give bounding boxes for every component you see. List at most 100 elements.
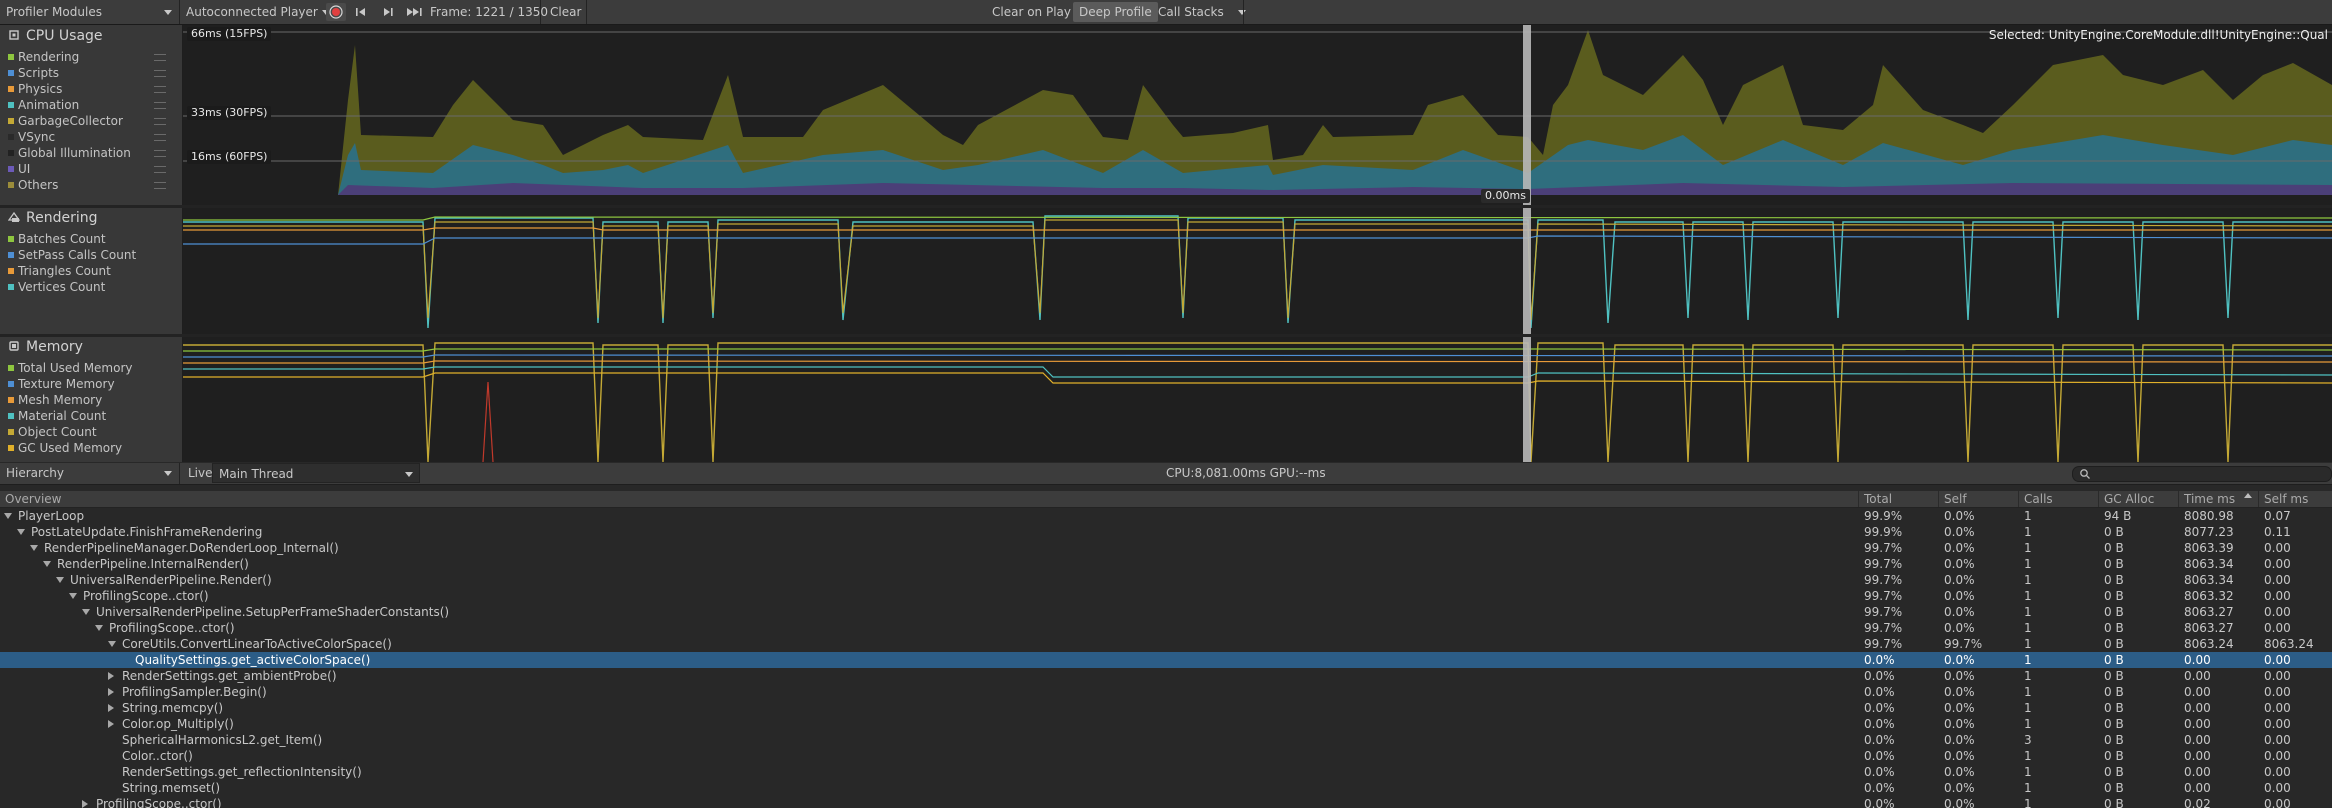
cell-calls: 1 bbox=[2024, 589, 2032, 603]
table-row[interactable]: ProfilingSampler.Begin() 0.0% 0.0% 1 0 B 0.00… bbox=[0, 684, 2332, 700]
expanded-arrow-icon[interactable] bbox=[82, 609, 90, 615]
table-row[interactable]: RenderPipelineManager.DoRenderLoop_Inter… bbox=[0, 540, 2332, 556]
target-player-dropdown[interactable]: Autoconnected Player bbox=[180, 2, 330, 22]
legend-item[interactable]: GarbageCollector bbox=[8, 113, 174, 129]
column-time-ms-label: Time ms bbox=[2184, 492, 2236, 506]
legend-item[interactable]: Global Illumination bbox=[8, 145, 174, 161]
search-input[interactable] bbox=[2072, 466, 2332, 482]
drag-handle-icon[interactable] bbox=[154, 86, 166, 93]
deep-profile-toggle[interactable]: Deep Profile bbox=[1073, 2, 1158, 22]
table-row[interactable]: ProfilingScope..ctor() 0.0% 0.0% 1 0 B 0.02 0.… bbox=[0, 796, 2332, 808]
drag-handle-icon[interactable] bbox=[154, 150, 166, 157]
legend-label: Vertices Count bbox=[18, 280, 106, 294]
column-overview[interactable]: Overview bbox=[0, 491, 1858, 507]
drag-handle-icon[interactable] bbox=[154, 70, 166, 77]
legend-item[interactable]: Texture Memory bbox=[8, 376, 174, 392]
drag-handle-icon[interactable] bbox=[154, 134, 166, 141]
cell-time: 8063.34 bbox=[2184, 557, 2234, 571]
table-row[interactable]: ProfilingScope..ctor() 99.7% 0.0% 1 0 B 8063.… bbox=[0, 588, 2332, 604]
cpu-title-text: CPU Usage bbox=[26, 28, 103, 44]
legend-item[interactable]: Total Used Memory bbox=[8, 360, 174, 376]
column-self-ms[interactable]: Self ms bbox=[2258, 491, 2332, 507]
legend-item[interactable]: Others bbox=[8, 177, 174, 193]
table-row[interactable]: String.memcpy() 0.0% 0.0% 1 0 B 0.00 0.00 bbox=[0, 700, 2332, 716]
collapsed-arrow-icon[interactable] bbox=[108, 720, 114, 728]
view-mode-dropdown[interactable]: Hierarchy bbox=[0, 463, 178, 483]
profiler-modules-dropdown[interactable]: Profiler Modules bbox=[0, 2, 178, 22]
collapsed-arrow-icon[interactable] bbox=[108, 704, 114, 712]
table-row[interactable]: RenderSettings.get_ambientProbe() 0.0% 0.0… bbox=[0, 668, 2332, 684]
drag-handle-icon[interactable] bbox=[154, 102, 166, 109]
table-row[interactable]: RenderPipeline.InternalRender() 99.7% 0.0%… bbox=[0, 556, 2332, 572]
cell-self: 0.0% bbox=[1944, 765, 1975, 779]
drag-handle-icon[interactable] bbox=[154, 54, 166, 61]
column-self[interactable]: Self bbox=[1938, 491, 2018, 507]
expanded-arrow-icon[interactable] bbox=[95, 625, 103, 631]
memory-graph[interactable] bbox=[183, 337, 2332, 462]
table-row[interactable]: ProfilingScope..ctor() 99.7% 0.0% 1 0 B 8063.… bbox=[0, 620, 2332, 636]
drag-handle-icon[interactable] bbox=[154, 118, 166, 125]
table-row[interactable]: RenderSettings.get_reflectionIntensity()… bbox=[0, 764, 2332, 780]
frame-selection-marker-memory[interactable] bbox=[1523, 337, 1531, 462]
record-button[interactable] bbox=[326, 3, 346, 21]
expanded-arrow-icon[interactable] bbox=[17, 529, 25, 535]
rendering-graph[interactable] bbox=[183, 208, 2332, 334]
legend-item[interactable]: Physics bbox=[8, 81, 174, 97]
cell-total: 99.7% bbox=[1864, 541, 1903, 555]
legend-item[interactable]: Mesh Memory bbox=[8, 392, 174, 408]
table-row[interactable]: PostLateUpdate.FinishFrameRendering 99.9%… bbox=[0, 524, 2332, 540]
collapsed-arrow-icon[interactable] bbox=[108, 672, 114, 680]
table-row[interactable]: QualitySettings.get_activeColorSpace() 0.… bbox=[0, 652, 2332, 668]
next-frame-button[interactable] bbox=[378, 3, 398, 21]
legend-item[interactable]: Rendering bbox=[8, 49, 174, 65]
drag-handle-icon[interactable] bbox=[154, 182, 166, 189]
column-time-ms[interactable]: Time ms bbox=[2178, 491, 2258, 507]
table-row[interactable]: UniversalRenderPipeline.Render() 99.7% 0.0… bbox=[0, 572, 2332, 588]
table-row[interactable]: Color..ctor() 0.0% 0.0% 1 0 B 0.00 0.00 bbox=[0, 748, 2332, 764]
legend-item[interactable]: GC Used Memory bbox=[8, 440, 174, 456]
cell-gc: 0 B bbox=[2104, 797, 2124, 808]
drag-handle-icon[interactable] bbox=[154, 166, 166, 173]
expanded-arrow-icon[interactable] bbox=[30, 545, 38, 551]
cpu-module-title[interactable]: CPU Usage bbox=[8, 28, 103, 44]
table-row[interactable]: Color.op_Multiply() 0.0% 0.0% 1 0 B 0.00 0.00 bbox=[0, 716, 2332, 732]
expanded-arrow-icon[interactable] bbox=[69, 593, 77, 599]
expanded-arrow-icon[interactable] bbox=[108, 641, 116, 647]
cell-time: 0.00 bbox=[2184, 765, 2211, 779]
legend-item[interactable]: Batches Count bbox=[8, 231, 174, 247]
table-row[interactable]: String.memset() 0.0% 0.0% 1 0 B 0.00 0.00 bbox=[0, 780, 2332, 796]
table-row[interactable]: PlayerLoop 99.9% 0.0% 1 94 B 8080.98 0.07 bbox=[0, 508, 2332, 524]
column-calls[interactable]: Calls bbox=[2018, 491, 2098, 507]
call-stacks-dropdown[interactable]: Call Stacks bbox=[1152, 2, 1252, 22]
table-row[interactable]: SphericalHarmonicsL2.get_Item() 0.0% 0.0% 3… bbox=[0, 732, 2332, 748]
legend-item[interactable]: Vertices Count bbox=[8, 279, 174, 295]
legend-color-swatch bbox=[8, 182, 14, 188]
table-row[interactable]: CoreUtils.ConvertLinearToActiveColorSpac… bbox=[0, 636, 2332, 652]
clear-button[interactable]: Clear bbox=[544, 2, 587, 22]
legend-item[interactable]: UI bbox=[8, 161, 174, 177]
legend-item[interactable]: Animation bbox=[8, 97, 174, 113]
collapsed-arrow-icon[interactable] bbox=[108, 688, 114, 696]
column-gc-alloc[interactable]: GC Alloc bbox=[2098, 491, 2178, 507]
clear-on-play-toggle[interactable]: Clear on Play bbox=[986, 2, 1077, 22]
frame-selection-marker[interactable] bbox=[1523, 25, 1531, 205]
expanded-arrow-icon[interactable] bbox=[4, 513, 12, 519]
legend-item[interactable]: Triangles Count bbox=[8, 263, 174, 279]
legend-item[interactable]: Object Count bbox=[8, 424, 174, 440]
expanded-arrow-icon[interactable] bbox=[56, 577, 64, 583]
thread-selector-dropdown[interactable]: Main Thread bbox=[212, 463, 420, 483]
legend-item[interactable]: Material Count bbox=[8, 408, 174, 424]
legend-item[interactable]: SetPass Calls Count bbox=[8, 247, 174, 263]
legend-item[interactable]: Scripts bbox=[8, 65, 174, 81]
collapsed-arrow-icon[interactable] bbox=[82, 800, 88, 808]
table-row[interactable]: UniversalRenderPipeline.SetupPerFrameSha… bbox=[0, 604, 2332, 620]
memory-module-title[interactable]: Memory bbox=[8, 339, 83, 355]
cpu-usage-graph[interactable]: 66ms (15FPS) 33ms (30FPS) 16ms (60FPS) 0… bbox=[183, 25, 2332, 205]
legend-item[interactable]: VSync bbox=[8, 129, 174, 145]
column-total[interactable]: Total bbox=[1858, 491, 1938, 507]
expanded-arrow-icon[interactable] bbox=[43, 561, 51, 567]
rendering-module-title[interactable]: Rendering bbox=[7, 210, 98, 226]
first-frame-button[interactable] bbox=[351, 3, 371, 21]
frame-selection-marker-rendering[interactable] bbox=[1523, 208, 1531, 334]
current-frame-button[interactable] bbox=[404, 3, 424, 21]
